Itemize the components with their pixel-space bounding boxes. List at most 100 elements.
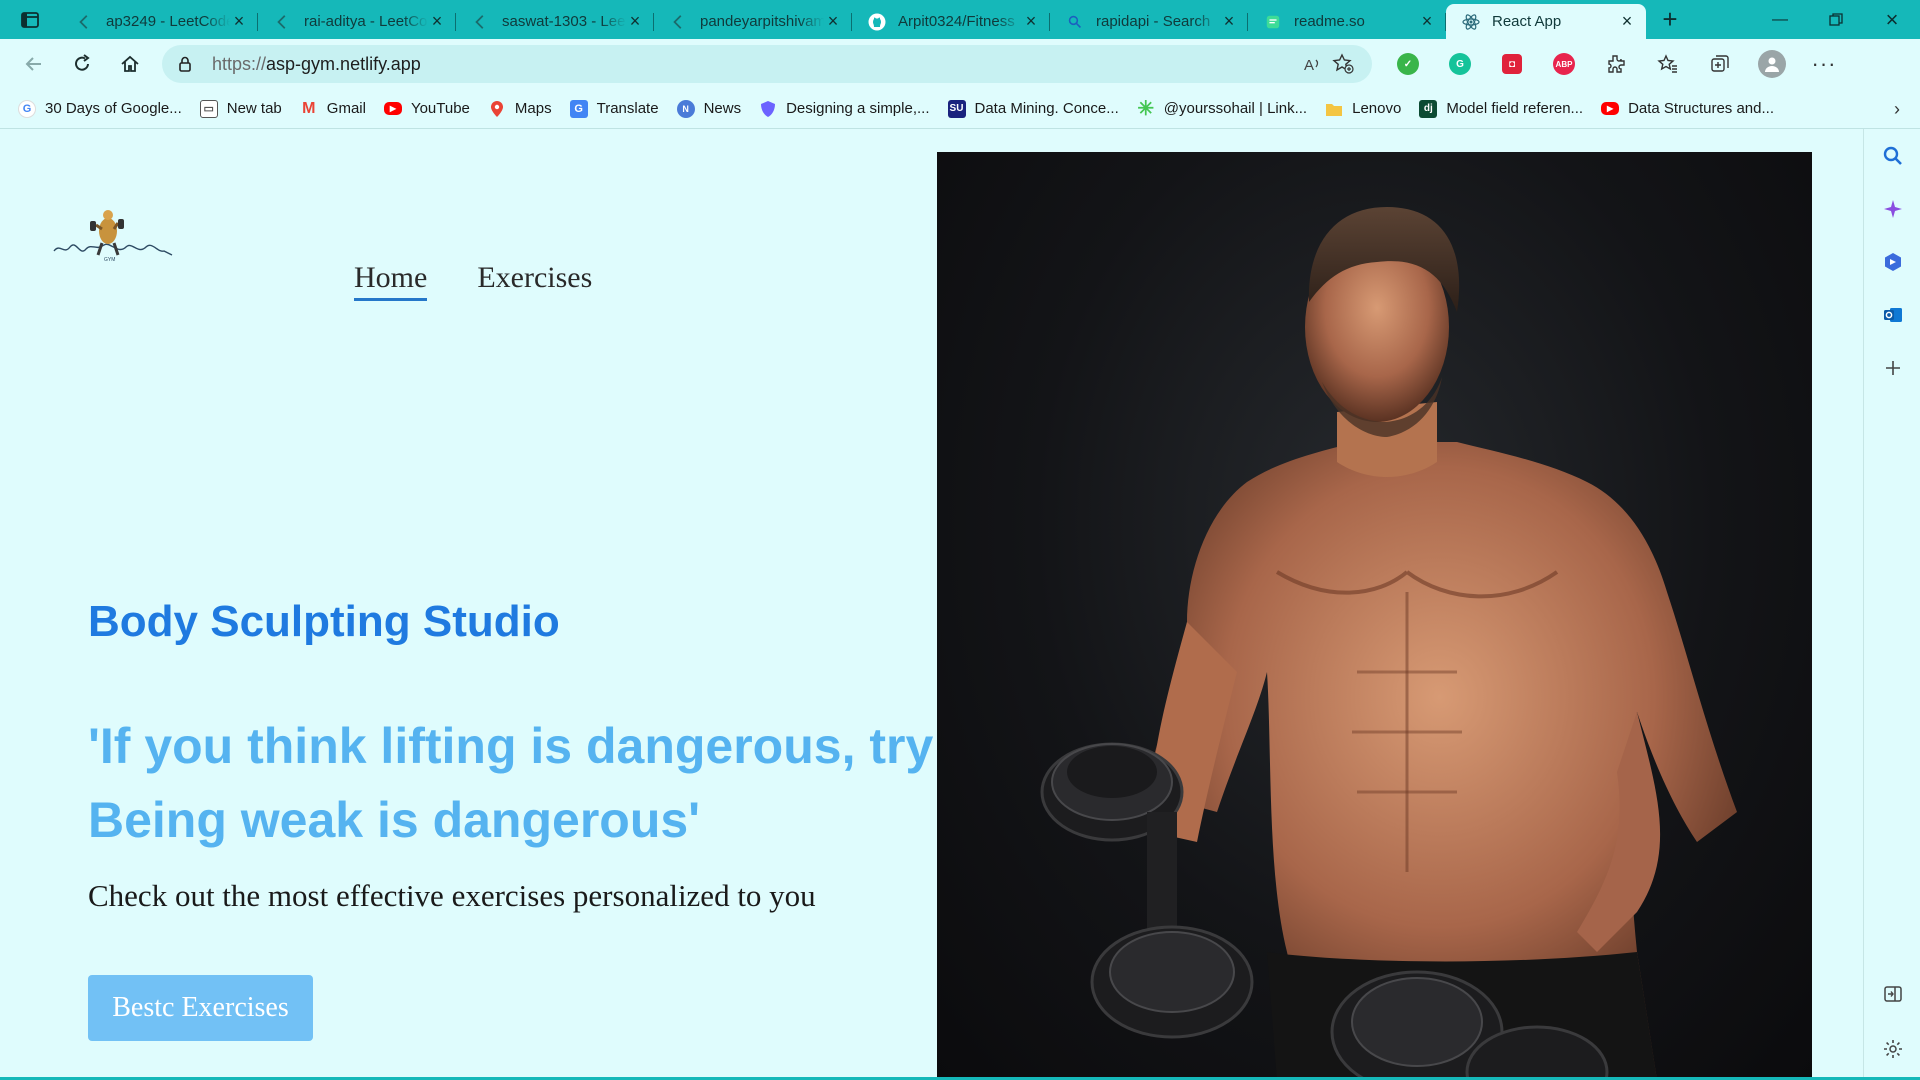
news-icon: N (676, 99, 695, 118)
address-bar-row: https://asp-gym.netlify.app A ✓ G ◘ ABP … (0, 39, 1920, 89)
nav-home-link[interactable]: Home (354, 261, 428, 301)
browser-tab[interactable]: rai-aditya - LeetCode × (258, 6, 456, 38)
translate-icon: G (569, 99, 588, 118)
sidebar-settings-icon[interactable] (1864, 1022, 1920, 1075)
bookmark-label: YouTube (410, 100, 470, 117)
browser-tab[interactable]: ap3249 - LeetCode × (60, 6, 258, 38)
bookmark-label: Designing a simple,... (786, 100, 930, 117)
favorites-icon[interactable] (1642, 44, 1694, 84)
tab-title: pandeyarpitshivam - LeetCode (700, 13, 824, 30)
extension-check-icon[interactable]: ✓ (1382, 44, 1434, 84)
youtube-icon: ▶ (383, 102, 402, 115)
close-icon[interactable]: × (428, 11, 446, 32)
pocket-icon[interactable]: ◘ (1486, 44, 1538, 84)
close-icon[interactable]: × (824, 11, 842, 32)
tab-title: rapidapi - Search (1096, 13, 1211, 30)
bookmark-item[interactable]: dj Model field referen... (1419, 99, 1584, 118)
lock-icon (179, 56, 191, 72)
bookmark-item[interactable]: ▭ New tab (199, 99, 282, 118)
bookmark-item[interactable]: Designing a simple,... (759, 100, 930, 118)
bookmark-item[interactable]: ✳ @yourssohail | Link... (1137, 98, 1308, 120)
close-icon[interactable]: × (1618, 11, 1636, 32)
github-icon (868, 13, 886, 31)
url-text: https://asp-gym.netlify.app (212, 53, 421, 74)
bookmark-label: Model field referen... (1446, 100, 1584, 117)
restore-button[interactable] (1808, 0, 1864, 39)
tab-title: rai-aditya - LeetCode (304, 13, 428, 30)
sidebar-shopping-icon[interactable] (1864, 235, 1920, 288)
studio-title: Body Sculpting Studio (88, 597, 560, 646)
django-icon: dj (1419, 99, 1438, 118)
bookmark-item[interactable]: Lenovo (1325, 100, 1401, 118)
maps-icon (488, 100, 506, 118)
browser-tab[interactable]: readme.so × (1248, 6, 1446, 38)
sidebar-search-icon[interactable] (1864, 129, 1920, 182)
home-icon (121, 55, 139, 72)
home-button[interactable] (106, 44, 154, 84)
browser-tab[interactable]: Arpit0324/Fitness × (852, 6, 1050, 38)
bookmark-item[interactable]: ▶ YouTube (383, 100, 470, 117)
bookmark-label: Translate (596, 100, 659, 117)
leetcode-icon (76, 13, 94, 31)
nav-exercises-link[interactable]: Exercises (477, 261, 592, 301)
newtab-icon: ▭ (199, 99, 218, 118)
close-icon[interactable]: × (1022, 11, 1040, 32)
profile-avatar[interactable] (1746, 44, 1798, 84)
bookmark-item[interactable]: N News (676, 99, 741, 118)
hero-subtitle: Check out the most effective exercises p… (88, 878, 816, 913)
hero-banner-image (937, 152, 1812, 1080)
bookmark-label: @yourssohail | Link... (1163, 100, 1308, 117)
back-button[interactable] (10, 44, 58, 84)
bookmark-label: Lenovo (1352, 100, 1402, 117)
sidebar-copilot-icon[interactable] (1864, 182, 1920, 235)
gmail-icon: M (302, 99, 316, 117)
browser-tab[interactable]: saswat-1303 - LeetCode × (456, 6, 654, 38)
tab-title: ap3249 - LeetCode (106, 13, 230, 30)
tab-title: saswat-1303 - LeetCode (502, 13, 626, 30)
bookmark-label: New tab (226, 100, 282, 117)
close-icon[interactable]: × (626, 11, 644, 32)
leetcode-icon (670, 13, 688, 31)
sidebar-add-icon[interactable] (1864, 341, 1920, 394)
search-icon (1066, 13, 1084, 31)
bookmark-item[interactable]: G 30 Days of Google... (18, 99, 182, 118)
bookmark-item[interactable]: M Gmail (300, 100, 366, 118)
favorite-add-icon[interactable] (1328, 53, 1358, 75)
sidebar-outlook-icon[interactable] (1864, 288, 1920, 341)
close-icon[interactable]: × (1220, 11, 1238, 32)
minimize-button[interactable]: — (1752, 0, 1808, 39)
extensions-icon[interactable] (1590, 44, 1642, 84)
bookmark-item[interactable]: Maps (488, 100, 552, 118)
close-icon[interactable]: × (1418, 11, 1436, 32)
adblock-icon[interactable]: ABP (1538, 44, 1590, 84)
browser-tab[interactable]: pandeyarpitshivam - LeetCode × (654, 6, 852, 38)
close-icon[interactable]: × (230, 11, 248, 32)
sidebar-hide-icon[interactable] (1864, 967, 1920, 1020)
more-menu-icon[interactable]: ··· (1798, 44, 1850, 84)
svg-text:A: A (1304, 57, 1314, 74)
browser-tab[interactable]: rapidapi - Search × (1050, 6, 1248, 38)
explore-exercises-button[interactable]: Bestc Exercises (88, 975, 313, 1041)
shield-icon (759, 100, 777, 118)
bookmark-item[interactable]: G Translate (569, 99, 659, 118)
gym-logo[interactable]: GYM (52, 199, 174, 269)
bookmark-item[interactable]: SU Data Mining. Conce... (947, 99, 1119, 118)
collections-icon[interactable] (1694, 44, 1746, 84)
url-field[interactable]: https://asp-gym.netlify.app A (162, 45, 1372, 83)
chevron-right-icon[interactable]: › (1894, 99, 1900, 120)
tab-actions-icon[interactable] (0, 0, 60, 39)
browser-tab-bar: ap3249 - LeetCode × rai-aditya - LeetCod… (0, 0, 1920, 39)
browser-tab-active[interactable]: React App × (1446, 4, 1646, 39)
bookmark-item[interactable]: ▶ Data Structures and... (1601, 100, 1774, 117)
tab-title: readme.so (1294, 13, 1365, 30)
grammarly-icon[interactable]: G (1434, 44, 1486, 84)
hero-quote: 'If you think lifting is dangerous, try … (88, 709, 948, 857)
edge-sidebar (1863, 129, 1920, 1080)
page-content: GYM Home Exercises Body Sculpting Studio… (0, 129, 1863, 1080)
leetcode-icon (274, 13, 292, 31)
reload-button[interactable] (58, 44, 106, 84)
close-window-button[interactable]: × (1864, 0, 1920, 39)
back-arrow-icon (25, 57, 41, 71)
read-aloud-icon[interactable]: A (1298, 54, 1328, 74)
new-tab-button[interactable]: + (1650, 4, 1690, 36)
